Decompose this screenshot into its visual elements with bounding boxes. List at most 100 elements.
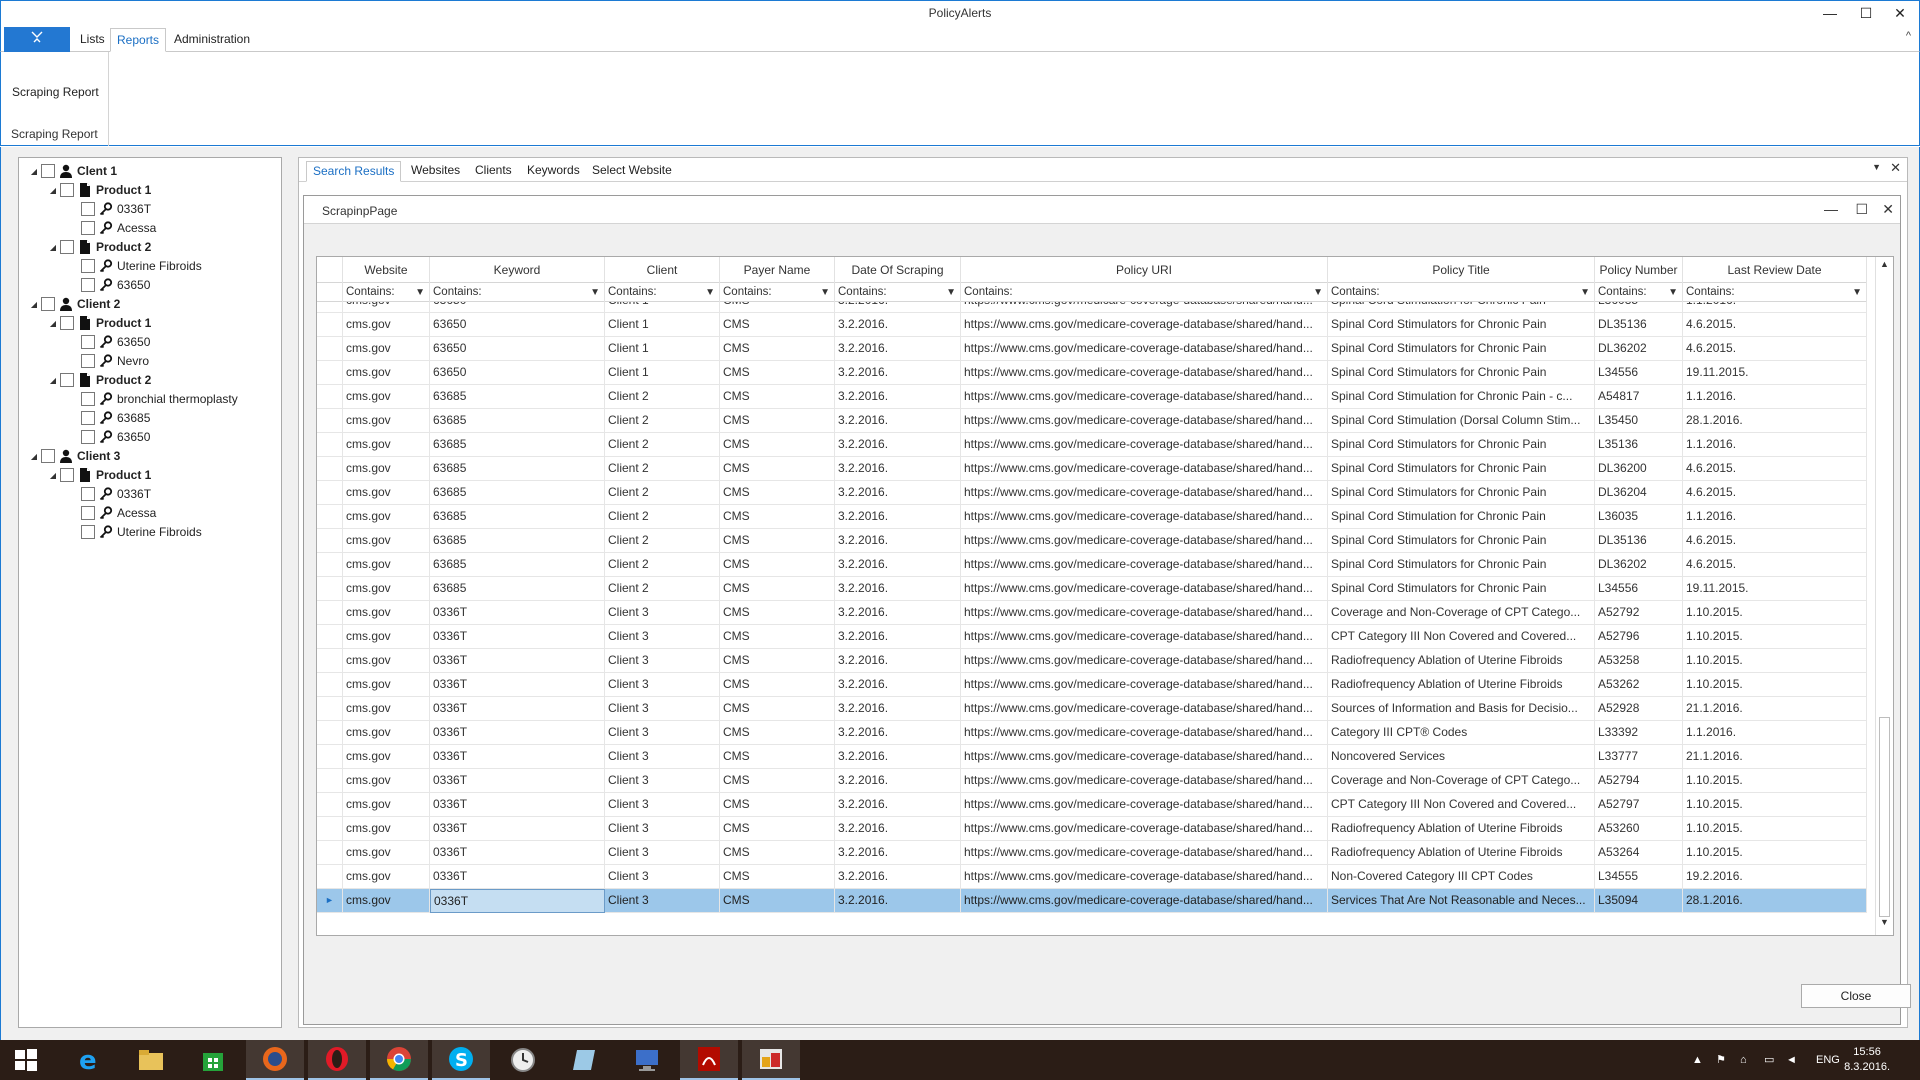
expand-arrow-icon[interactable]: ◢ xyxy=(46,319,60,328)
table-cell[interactable]: https://www.cms.gov/medicare-coverage-da… xyxy=(961,673,1328,697)
table-cell[interactable]: 3.2.2016. xyxy=(835,817,961,841)
table-cell[interactable]: 3.2.2016. xyxy=(835,721,961,745)
table-cell[interactable]: CMS xyxy=(720,361,835,385)
table-row[interactable]: cms.gov 63685 Client 2 CMS 3.2.2016. https://… xyxy=(317,385,1867,409)
table-cell[interactable]: https://www.cms.gov/medicare-coverage-da… xyxy=(961,313,1328,337)
inner-close-button[interactable]: ✕ xyxy=(1882,201,1894,218)
row-selector[interactable] xyxy=(317,769,343,793)
table-cell[interactable]: 63650 xyxy=(430,313,605,337)
table-cell[interactable]: cms.gov xyxy=(343,721,430,745)
row-selector[interactable] xyxy=(317,649,343,673)
table-cell[interactable]: cms.gov xyxy=(343,817,430,841)
table-cell[interactable]: CMS xyxy=(720,793,835,817)
tree-checkbox[interactable] xyxy=(60,373,74,387)
table-cell[interactable]: Category III CPT® Codes xyxy=(1328,721,1595,745)
table-cell[interactable]: Spinal Cord Stimulators for Chronic Pain xyxy=(1328,577,1595,601)
table-cell[interactable]: Client 2 xyxy=(605,505,720,529)
acrobat-icon[interactable] xyxy=(680,1040,738,1080)
table-cell[interactable]: https://www.cms.gov/medicare-coverage-da… xyxy=(961,793,1328,817)
table-cell[interactable]: DL36204 xyxy=(1595,481,1683,505)
table-cell[interactable]: Radiofrequency Ablation of Uterine Fibro… xyxy=(1328,841,1595,865)
tree-item[interactable]: Acessa xyxy=(67,219,156,237)
row-selector[interactable] xyxy=(317,745,343,769)
table-row[interactable]: cms.gov63650Client 1CMS3.2.2016.https://… xyxy=(317,337,1867,361)
table-cell[interactable]: 0336T xyxy=(430,697,605,721)
table-cell[interactable]: DL35136 xyxy=(1595,529,1683,553)
table-cell[interactable]: 21.1.2016. xyxy=(1683,697,1867,721)
row-selector[interactable] xyxy=(317,841,343,865)
table-cell[interactable]: https://www.cms.gov/medicare-coverage-da… xyxy=(961,769,1328,793)
table-cell[interactable]: cms.gov xyxy=(343,481,430,505)
table-cell[interactable]: https://www.cms.gov/medicare-coverage-da… xyxy=(961,745,1328,769)
windows-start-icon[interactable] xyxy=(0,1040,52,1080)
table-cell[interactable]: 4.6.2015. xyxy=(1683,553,1867,577)
tree-item[interactable]: Acessa xyxy=(67,504,156,522)
table-cell[interactable]: 3.2.2016. xyxy=(835,793,961,817)
table-cell[interactable]: 1.1.2016. xyxy=(1683,433,1867,457)
scroll-up-icon[interactable]: ▲ xyxy=(1876,259,1893,275)
table-row[interactable]: cms.gov 0336T Client 3 CMS 3.2.2016. https://… xyxy=(317,817,1867,841)
table-cell[interactable]: cms.gov xyxy=(343,337,430,361)
table-cell[interactable]: A53264 xyxy=(1595,841,1683,865)
row-selector[interactable] xyxy=(317,553,343,577)
table-cell[interactable]: cms.gov xyxy=(343,313,430,337)
filter-funnel-icon[interactable]: ▼ xyxy=(820,283,830,302)
column-header[interactable]: Policy Title xyxy=(1328,257,1595,283)
network-icon[interactable]: ⌂ xyxy=(1740,1040,1747,1080)
tree-item[interactable]: ◢ Product 2 xyxy=(46,238,151,256)
table-cell[interactable]: 3.2.2016. xyxy=(835,337,961,361)
table-cell[interactable]: CMS xyxy=(720,302,835,313)
table-cell[interactable]: Client 2 xyxy=(605,385,720,409)
tree-checkbox[interactable] xyxy=(81,506,95,520)
table-cell[interactable]: L33392 xyxy=(1595,721,1683,745)
row-selector[interactable] xyxy=(317,697,343,721)
table-row[interactable]: cms.gov63650Client 1CMS3.2.2016.https://… xyxy=(317,302,1867,313)
table-cell[interactable]: cms.gov xyxy=(343,673,430,697)
close-window-button[interactable]: ✕ xyxy=(1885,3,1915,23)
table-cell[interactable]: L35094 xyxy=(1595,889,1683,913)
table-cell[interactable]: Client 1 xyxy=(605,337,720,361)
table-cell[interactable]: DL36202 xyxy=(1595,337,1683,361)
table-cell[interactable]: 3.2.2016. xyxy=(835,865,961,889)
table-cell[interactable]: Sources of Information and Basis for Dec… xyxy=(1328,697,1595,721)
table-cell[interactable]: Spinal Cord Stimulation for Chronic Pain… xyxy=(1328,385,1595,409)
table-cell[interactable]: CMS xyxy=(720,721,835,745)
table-cell[interactable]: A52796 xyxy=(1595,625,1683,649)
tree-item[interactable]: 0336T xyxy=(67,485,151,503)
table-cell[interactable]: https://www.cms.gov/medicare-coverage-da… xyxy=(961,529,1328,553)
table-cell[interactable]: Client 3 xyxy=(605,817,720,841)
row-selector[interactable] xyxy=(317,505,343,529)
tree-item[interactable]: 63650 xyxy=(67,276,150,294)
tree-item[interactable]: 0336T xyxy=(67,200,151,218)
table-cell[interactable]: 63650 xyxy=(430,337,605,361)
clock[interactable]: 15:56 8.3.2016. xyxy=(1844,1045,1890,1075)
table-cell[interactable]: Coverage and Non-Coverage of CPT Catego.… xyxy=(1328,601,1595,625)
table-cell[interactable]: A54817 xyxy=(1595,385,1683,409)
table-cell[interactable]: Client 3 xyxy=(605,625,720,649)
row-selector[interactable] xyxy=(317,865,343,889)
tree-item[interactable]: ◢ Product 1 xyxy=(46,181,151,199)
expand-arrow-icon[interactable]: ◢ xyxy=(46,471,60,480)
table-cell[interactable]: CMS xyxy=(720,697,835,721)
table-cell[interactable]: https://www.cms.gov/medicare-coverage-da… xyxy=(961,385,1328,409)
tree-checkbox[interactable] xyxy=(60,468,74,482)
table-cell[interactable]: https://www.cms.gov/medicare-coverage-da… xyxy=(961,577,1328,601)
table-cell[interactable]: https://www.cms.gov/medicare-coverage-da… xyxy=(961,553,1328,577)
table-cell[interactable]: CMS xyxy=(720,529,835,553)
table-cell[interactable]: Radiofrequency Ablation of Uterine Fibro… xyxy=(1328,649,1595,673)
table-row[interactable]: cms.gov 63685 Client 2 CMS 3.2.2016. https://… xyxy=(317,457,1867,481)
table-cell[interactable]: https://www.cms.gov/medicare-coverage-da… xyxy=(961,817,1328,841)
scraping-report-button[interactable]: Scraping Report xyxy=(12,85,99,99)
tree-checkbox[interactable] xyxy=(60,316,74,330)
table-row[interactable]: cms.gov 63685 Client 2 CMS 3.2.2016. https://… xyxy=(317,409,1867,433)
table-cell[interactable]: L35450 xyxy=(1595,409,1683,433)
column-header[interactable]: Policy Number xyxy=(1595,257,1683,283)
table-cell[interactable]: CMS xyxy=(720,817,835,841)
table-cell[interactable]: Client 1 xyxy=(605,302,720,313)
filter-funnel-icon[interactable]: ▼ xyxy=(590,283,600,302)
table-cell[interactable]: Client 3 xyxy=(605,745,720,769)
column-filter-input[interactable]: Contains: ▼ xyxy=(961,283,1328,302)
table-cell[interactable]: 63685 xyxy=(430,481,605,505)
table-row[interactable]: cms.gov 63685 Client 2 CMS 3.2.2016. https://… xyxy=(317,481,1867,505)
table-cell[interactable]: A52797 xyxy=(1595,793,1683,817)
